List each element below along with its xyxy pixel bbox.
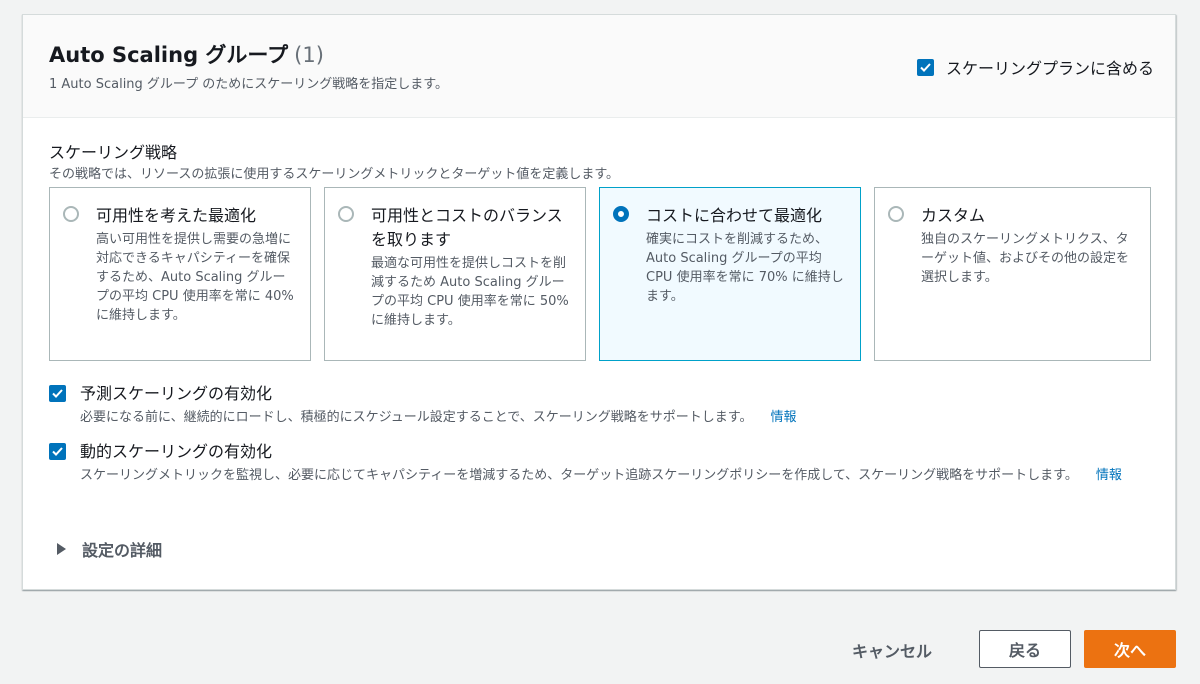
- strategy-options: 可用性を考えた最適化 高い可用性を提供し需要の急増に対応できるキャパシティーを確…: [49, 187, 1151, 361]
- strategy-card-title: 可用性とコストのバランスを取ります: [371, 206, 563, 249]
- panel-title: Auto Scaling グループ (1): [49, 39, 324, 69]
- predictive-scaling-label: 予測スケーリングの有効化: [80, 384, 273, 403]
- strategy-card-title: コストに合わせて最適化: [646, 206, 823, 225]
- strategy-card-cost[interactable]: コストに合わせて最適化 確実にコストを削減するため、 Auto Scaling …: [599, 187, 861, 361]
- dynamic-scaling-description: スケーリングメトリックを監視し、必要に応じてキャパシティーを増減するため、ターゲ…: [80, 466, 1145, 485]
- predictive-scaling-checkbox[interactable]: [49, 385, 66, 402]
- dynamic-scaling-checkbox[interactable]: [49, 443, 66, 460]
- panel-title-text: Auto Scaling グループ: [49, 43, 289, 67]
- back-button[interactable]: 戻る: [979, 630, 1071, 668]
- radio-unselected-icon[interactable]: [63, 206, 79, 222]
- strategy-card-description: 確実にコストを削減するため、 Auto Scaling グループの平均 CPU …: [646, 232, 844, 304]
- include-in-plan-label: スケーリングプランに含める: [945, 59, 1154, 78]
- strategy-card-description: 最適な可用性を提供しコストを削減するため Auto Scaling グループの平…: [371, 256, 569, 328]
- strategy-card-description: 独自のスケーリングメトリクス、ターゲット値、およびその他の設定を選択します。: [921, 232, 1130, 285]
- scaling-strategy-description: その戦略では、リソースの拡張に使用するスケーリングメトリックとターゲット値を定義…: [49, 167, 620, 182]
- include-in-plan-checkbox[interactable]: スケーリングプランに含める: [916, 55, 1154, 79]
- strategy-card-description: 高い可用性を提供し需要の急増に対応できるキャパシティーを確保するため、Auto …: [96, 232, 294, 323]
- dynamic-info-link[interactable]: 情報: [1096, 468, 1122, 483]
- radio-selected-icon[interactable]: [613, 206, 629, 222]
- next-button[interactable]: 次へ: [1084, 630, 1176, 668]
- strategy-card-title: 可用性を考えた最適化: [96, 206, 257, 225]
- checkbox-checked-icon[interactable]: [916, 58, 934, 76]
- cancel-button[interactable]: キャンセル: [836, 630, 948, 670]
- predictive-scaling-description: 必要になる前に、継続的にロードし、積極的にスケジュール設定することで、スケーリン…: [80, 408, 1145, 427]
- dynamic-scaling-label: 動的スケーリングの有効化: [80, 442, 273, 461]
- radio-unselected-icon[interactable]: [888, 206, 904, 222]
- scaling-strategy-label: スケーリング戦略: [49, 143, 178, 162]
- predictive-info-link[interactable]: 情報: [771, 410, 797, 425]
- strategy-card-availability[interactable]: 可用性を考えた最適化 高い可用性を提供し需要の急増に対応できるキャパシティーを確…: [49, 187, 311, 361]
- settings-details-label: 設定の詳細: [82, 541, 163, 560]
- panel-header: Auto Scaling グループ (1) 1 Auto Scaling グループ…: [23, 15, 1175, 118]
- dynamic-scaling-description-text: スケーリングメトリックを監視し、必要に応じてキャパシティーを増減するため、ターゲ…: [80, 468, 1078, 483]
- settings-details-expander[interactable]: 設定の詳細: [57, 537, 162, 561]
- panel-subtitle: 1 Auto Scaling グループ のためにスケーリング戦略を指定します。: [49, 77, 448, 92]
- predictive-scaling-option: 予測スケーリングの有効化 必要になる前に、継続的にロードし、積極的にスケジュール…: [49, 383, 1145, 427]
- strategy-card-balance[interactable]: 可用性とコストのバランスを取ります 最適な可用性を提供しコストを削減するため A…: [324, 187, 586, 361]
- strategy-card-title: カスタム: [921, 206, 986, 225]
- auto-scaling-group-panel: Auto Scaling グループ (1) 1 Auto Scaling グループ…: [22, 14, 1176, 590]
- radio-unselected-icon[interactable]: [338, 206, 354, 222]
- caret-right-icon: [57, 543, 66, 555]
- group-count: (1): [294, 43, 324, 67]
- dynamic-scaling-option: 動的スケーリングの有効化 スケーリングメトリックを監視し、必要に応じてキャパシテ…: [49, 441, 1145, 485]
- predictive-scaling-description-text: 必要になる前に、継続的にロードし、積極的にスケジュール設定することで、スケーリン…: [80, 410, 753, 425]
- strategy-card-custom[interactable]: カスタム 独自のスケーリングメトリクス、ターゲット値、およびその他の設定を選択し…: [874, 187, 1151, 361]
